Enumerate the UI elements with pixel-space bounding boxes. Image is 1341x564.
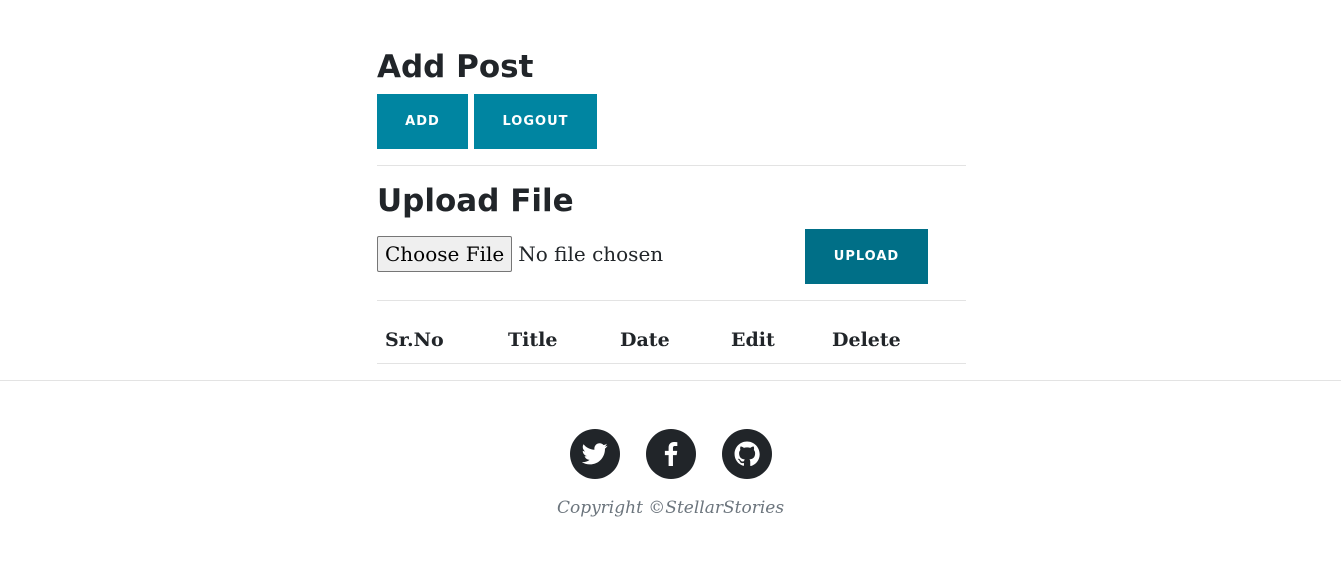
upload-button[interactable]: UPLOAD [805,229,928,284]
column-header-delete: Delete [832,329,901,351]
github-link[interactable] [722,429,772,479]
file-input[interactable]: Choose File No file chosen [377,236,663,272]
facebook-icon [664,442,678,466]
footer-divider [0,380,1341,381]
divider [377,165,966,166]
facebook-link[interactable] [646,429,696,479]
column-header-title: Title [508,329,558,351]
choose-file-button[interactable]: Choose File [377,236,513,272]
column-header-edit: Edit [731,329,775,351]
column-header-date: Date [620,329,670,351]
table-bottom-border [377,363,966,364]
upload-file-heading: Upload File [377,183,574,219]
posts-table-header: Sr.No Title Date Edit Delete [377,326,966,354]
add-post-heading: Add Post [377,49,534,85]
column-header-srno: Sr.No [385,329,444,351]
twitter-link[interactable] [570,429,620,479]
divider [377,300,966,301]
twitter-icon [582,443,608,465]
logout-button[interactable]: LOGOUT [474,94,597,149]
add-button[interactable]: ADD [377,94,468,149]
github-icon [734,441,760,467]
file-status-text: No file chosen [518,242,664,266]
copyright-text: Copyright ©StellarStories [556,498,785,518]
